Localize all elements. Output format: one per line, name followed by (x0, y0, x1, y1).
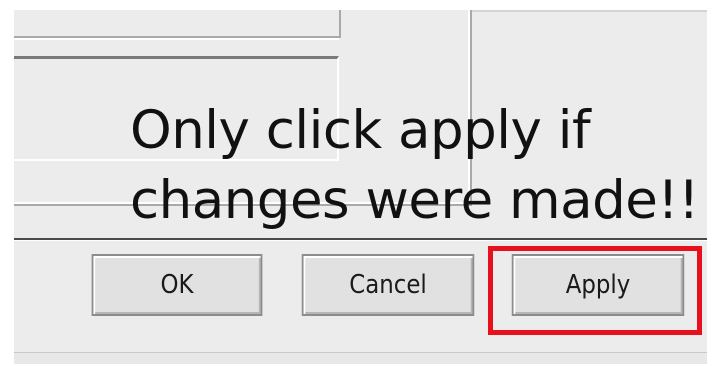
dialog-window: Only click apply if changes were made!! … (14, 10, 711, 364)
apply-instruction-annotation: Only click apply if changes were made!! (130, 100, 699, 231)
button-bar-divider-highlight (14, 240, 711, 241)
ok-button[interactable]: OK (91, 254, 263, 316)
apply-button[interactable]: Apply (511, 254, 685, 316)
cancel-button[interactable]: Cancel (301, 254, 475, 316)
bottom-strip (14, 352, 711, 364)
top-group-box (14, 10, 341, 40)
top-group-box-highlight (14, 38, 339, 40)
